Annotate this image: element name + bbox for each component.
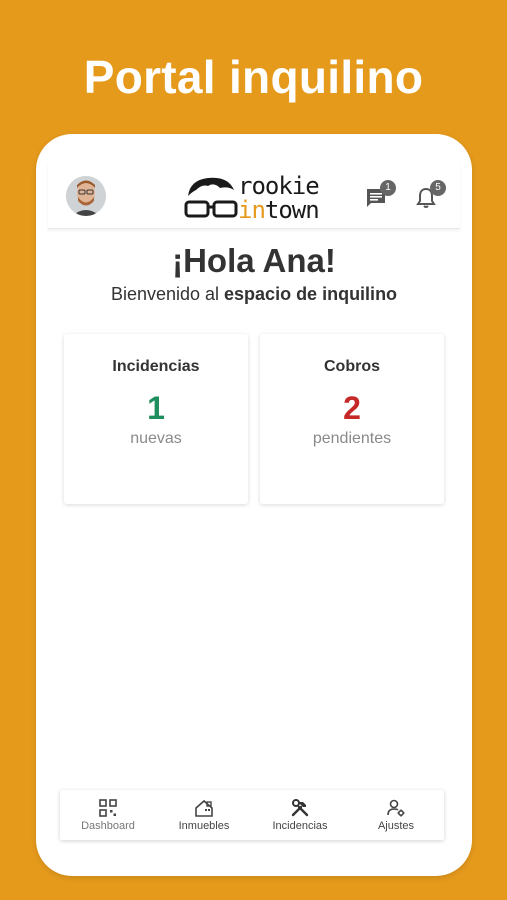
card-title: Cobros: [324, 358, 380, 375]
card-count: 2: [343, 390, 361, 426]
bottom-nav: Dashboard Inmuebles Incidencias Ajustes: [60, 790, 444, 840]
greeting-title: ¡Hola Ana!: [172, 242, 336, 279]
nav-label: Inmuebles: [178, 820, 230, 832]
nav-label: Dashboard: [81, 820, 135, 832]
logo-glasses-icon: [184, 177, 238, 218]
messages-button[interactable]: 1: [362, 180, 396, 214]
tools-icon: [291, 799, 309, 817]
card-title: Incidencias: [112, 358, 200, 375]
logo-text-top: rookie: [238, 172, 320, 200]
app-header: rookie intown 1 5: [48, 162, 460, 229]
welcome-subtitle: Bienvenido al espacio de inquilino: [36, 284, 472, 305]
nav-item-ajustes[interactable]: Ajustes: [348, 790, 444, 840]
house-icon: [195, 799, 213, 817]
logo-text-rest: town: [264, 196, 320, 224]
nav-item-inmuebles[interactable]: Inmuebles: [156, 790, 252, 840]
nav-label: Ajustes: [377, 820, 415, 832]
card-count: 1: [147, 390, 165, 426]
notifications-badge: 5: [430, 180, 446, 196]
notifications-button[interactable]: 5: [412, 180, 446, 214]
promo-title: Portal inquilino: [83, 51, 424, 103]
incidencias-card[interactable]: Incidencias 1 nuevas: [64, 334, 248, 504]
user-settings-icon: [387, 799, 405, 817]
dashboard-icon: [99, 799, 117, 817]
avatar[interactable]: [66, 176, 106, 216]
avatar-image: [66, 176, 106, 216]
app-logo: rookie intown: [184, 174, 334, 222]
logo-text-accent: in: [238, 196, 266, 224]
phone-frame: rookie intown 1 5 ¡Hola Ana! Bienvenido …: [36, 134, 472, 876]
card-label: nuevas: [130, 430, 182, 447]
nav-item-dashboard[interactable]: Dashboard: [60, 790, 156, 840]
messages-badge: 1: [380, 180, 396, 196]
welcome-subtitle-prefix: Bienvenido al: [110, 284, 225, 304]
nav-label: Incidencias: [272, 820, 328, 832]
card-label: pendientes: [312, 430, 392, 447]
cobros-card[interactable]: Cobros 2 pendientes: [260, 334, 444, 504]
logo-text-bottom: intown: [238, 196, 320, 224]
welcome-subtitle-bold: espacio de inquilino: [224, 284, 398, 304]
nav-item-incidencias[interactable]: Incidencias: [252, 790, 348, 840]
